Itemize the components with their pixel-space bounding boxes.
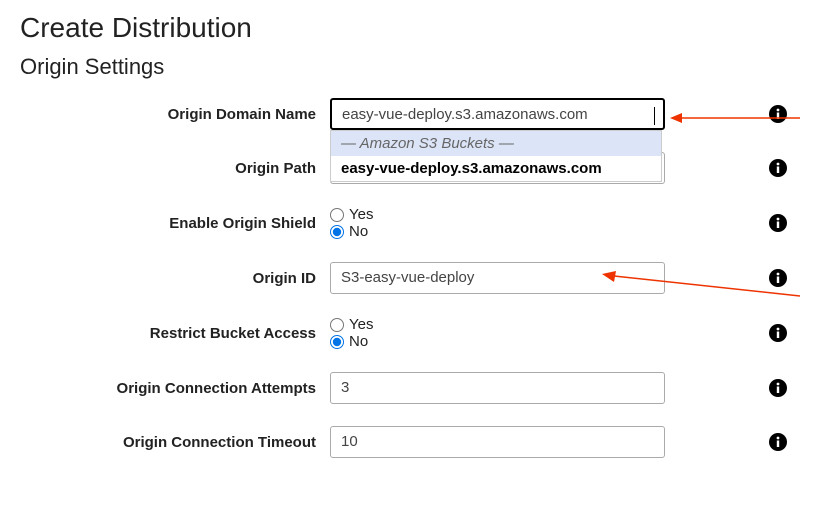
row-origin-domain-name: Origin Domain Name easy-vue-deploy.s3.am…	[20, 98, 809, 130]
origin-shield-yes[interactable]: Yes	[330, 206, 665, 223]
info-icon[interactable]	[769, 269, 787, 287]
label-origin-path: Origin Path	[20, 160, 330, 177]
info-icon[interactable]	[769, 214, 787, 232]
label-restrict-bucket-access: Restrict Bucket Access	[20, 325, 330, 342]
origin-connection-attempts-input[interactable]: 3	[330, 372, 665, 404]
autocomplete-option[interactable]: easy-vue-deploy.s3.amazonaws.com	[331, 156, 661, 181]
origin-connection-timeout-input[interactable]: 10	[330, 426, 665, 458]
autocomplete-dropdown: — Amazon S3 Buckets — easy-vue-deploy.s3…	[330, 130, 662, 182]
info-icon[interactable]	[769, 379, 787, 397]
radio-label: No	[349, 223, 368, 240]
label-origin-connection-attempts: Origin Connection Attempts	[20, 380, 330, 397]
row-restrict-bucket-access: Restrict Bucket Access Yes No	[20, 316, 809, 350]
restrict-bucket-no[interactable]: No	[330, 333, 665, 350]
info-icon[interactable]	[769, 324, 787, 342]
input-value: 3	[341, 379, 349, 396]
label-origin-id: Origin ID	[20, 270, 330, 287]
input-value: 10	[341, 433, 358, 450]
radio-label: Yes	[349, 206, 373, 223]
radio-label: Yes	[349, 316, 373, 333]
origin-shield-no[interactable]: No	[330, 223, 665, 240]
input-value: easy-vue-deploy.s3.amazonaws.com	[342, 106, 588, 123]
text-caret	[654, 107, 655, 125]
label-origin-connection-timeout: Origin Connection Timeout	[20, 434, 330, 451]
info-icon[interactable]	[769, 105, 787, 123]
label-origin-domain-name: Origin Domain Name	[20, 106, 330, 123]
row-origin-connection-timeout: Origin Connection Timeout 10	[20, 426, 809, 458]
autocomplete-heading: — Amazon S3 Buckets —	[331, 131, 661, 156]
origin-id-input[interactable]: S3-easy-vue-deploy	[330, 262, 665, 294]
info-icon[interactable]	[769, 433, 787, 451]
input-value: S3-easy-vue-deploy	[341, 269, 474, 286]
row-origin-connection-attempts: Origin Connection Attempts 3	[20, 372, 809, 404]
row-origin-id: Origin ID S3-easy-vue-deploy	[20, 262, 809, 294]
section-title: Origin Settings	[20, 54, 809, 80]
restrict-bucket-yes[interactable]: Yes	[330, 316, 665, 333]
label-enable-origin-shield: Enable Origin Shield	[20, 215, 330, 232]
row-enable-origin-shield: Enable Origin Shield Yes No	[20, 206, 809, 240]
info-icon[interactable]	[769, 159, 787, 177]
origin-domain-name-input[interactable]: easy-vue-deploy.s3.amazonaws.com	[330, 98, 665, 130]
page-title: Create Distribution	[20, 12, 809, 44]
radio-label: No	[349, 333, 368, 350]
